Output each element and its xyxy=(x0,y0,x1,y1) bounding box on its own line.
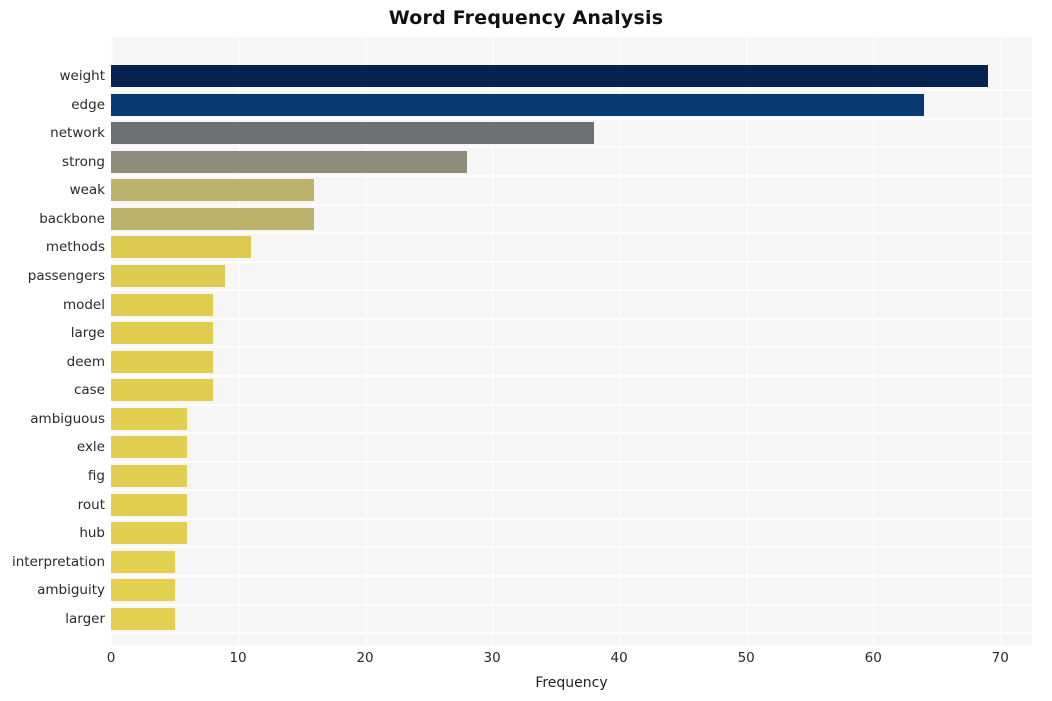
bar xyxy=(111,379,213,402)
bar xyxy=(111,436,188,459)
bar xyxy=(111,265,226,287)
y-axis-tick-label: ambiguity xyxy=(37,582,105,599)
y-axis-tick-label: weak xyxy=(69,182,105,199)
bar xyxy=(111,550,175,573)
x-axis-title: Frequency xyxy=(535,675,608,691)
bar xyxy=(111,407,188,430)
bar xyxy=(111,465,188,487)
bar xyxy=(111,122,594,145)
x-axis-tick-label: 70 xyxy=(991,650,1009,666)
y-axis-tick-label: large xyxy=(70,325,105,342)
chart-figure: Word Frequency Analysis weight edge networ… xyxy=(0,0,1052,701)
y-axis-tick-label: strong xyxy=(62,153,105,170)
y-axis-tick-label: rout xyxy=(77,496,105,513)
bar xyxy=(111,150,467,173)
x-axis-tick-label: 60 xyxy=(864,650,882,666)
y-axis-tick-label: hub xyxy=(79,525,105,542)
y-axis-tick-label: exle xyxy=(76,439,105,456)
y-axis-tick-label: case xyxy=(73,382,105,399)
x-axis-tick-label: 40 xyxy=(610,650,628,666)
y-axis-tick-label: ambiguous xyxy=(30,410,105,427)
bar xyxy=(111,93,925,116)
bar xyxy=(111,493,188,516)
y-axis-tick-label: methods xyxy=(45,239,105,256)
y-axis-tick-label: fig xyxy=(87,468,105,484)
bars-layer xyxy=(111,37,1032,645)
bar xyxy=(111,350,213,373)
x-axis-tick-label: 50 xyxy=(737,650,755,666)
bar xyxy=(111,607,175,630)
x-axis-tick-label: 10 xyxy=(229,650,247,666)
y-axis-tick-label: larger xyxy=(65,610,105,627)
x-axis-tick-labels: 0 10 20 30 40 50 60 70 xyxy=(0,650,1052,672)
bar xyxy=(111,293,213,316)
x-axis-tick-label: 0 xyxy=(106,650,116,666)
bar xyxy=(111,236,251,259)
bar xyxy=(111,65,988,87)
bar xyxy=(111,579,175,602)
x-axis-tick-label: 20 xyxy=(356,650,374,666)
bar xyxy=(111,522,188,545)
y-axis-tick-labels: weight edge network strong weak backbone metho… xyxy=(0,37,105,645)
y-axis-tick-label: model xyxy=(62,296,105,313)
y-axis-tick-label: edge xyxy=(71,96,105,113)
bar xyxy=(111,179,315,202)
x-axis-tick-label: 30 xyxy=(483,650,501,666)
plot-area xyxy=(111,37,1032,645)
bar xyxy=(111,207,315,230)
y-axis-tick-label: backbone xyxy=(39,210,105,227)
y-axis-tick-label: deem xyxy=(66,353,105,370)
y-axis-tick-label: network xyxy=(50,125,105,142)
chart-title: Word Frequency Analysis xyxy=(388,7,664,29)
y-axis-tick-label: weight xyxy=(59,68,105,84)
bar xyxy=(111,322,213,345)
y-axis-tick-label: interpretation xyxy=(11,553,105,570)
y-axis-tick-label: passengers xyxy=(27,268,105,284)
